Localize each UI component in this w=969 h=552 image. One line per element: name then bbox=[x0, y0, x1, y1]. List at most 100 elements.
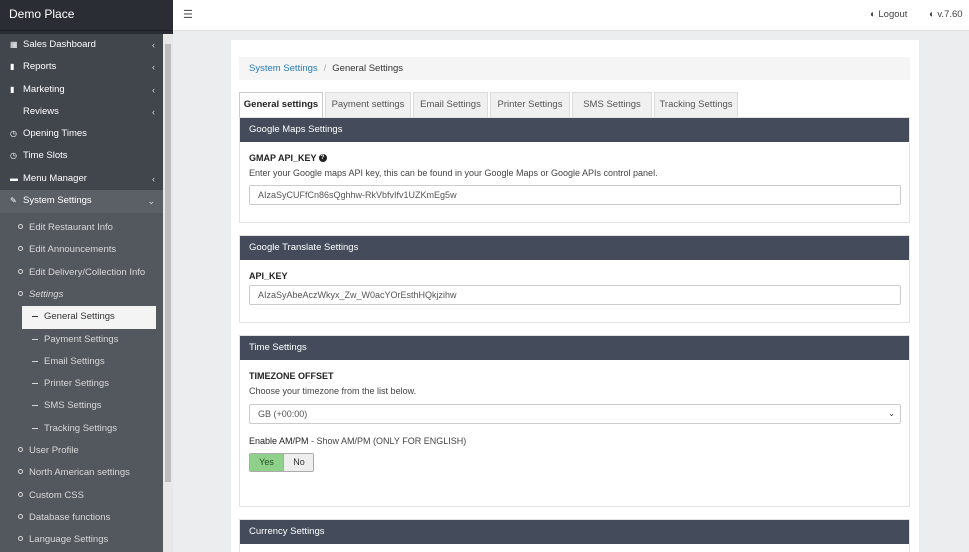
top-bar: ☰ ◐ Logout ◐ v.7.60 bbox=[173, 0, 969, 31]
table-icon: ▦ bbox=[10, 40, 18, 49]
sidebar-item-label: Edit Restaurant Info bbox=[29, 222, 113, 234]
clock-icon: ◷ bbox=[10, 129, 17, 139]
dash-icon bbox=[32, 383, 38, 385]
chevron-down-icon: ⌄ bbox=[147, 196, 155, 207]
breadcrumb: System Settings / General Settings bbox=[239, 57, 910, 80]
sidebar-item-general-settings[interactable]: General Settings bbox=[22, 306, 156, 329]
google-translate-section: Google Translate Settings API_KEY AIzaSy… bbox=[239, 235, 910, 323]
tab-tracking-settings[interactable]: Tracking Settings bbox=[654, 92, 738, 117]
chevron-down-icon: ⌄ bbox=[888, 409, 895, 418]
sidebar-item-label: Printer Settings bbox=[44, 378, 109, 390]
question-icon[interactable]: ? bbox=[318, 153, 327, 162]
tab-general-settings[interactable]: General settings bbox=[239, 92, 323, 117]
scrollbar-thumb[interactable] bbox=[165, 44, 171, 482]
wrench-icon: ✎ bbox=[10, 196, 17, 206]
circle-icon bbox=[18, 268, 23, 274]
sidebar-item-opening-times[interactable]: ◷ Opening Times bbox=[0, 123, 163, 145]
dash-icon bbox=[32, 360, 38, 362]
breadcrumb-link-system-settings[interactable]: System Settings bbox=[249, 63, 318, 74]
sidebar-item-label: Email Settings bbox=[44, 355, 105, 367]
ampm-help-text: - Show AM/PM (ONLY FOR ENGLISH) bbox=[308, 436, 467, 446]
ampm-yes-button[interactable]: Yes bbox=[250, 454, 283, 471]
tab-email-settings[interactable]: Email Settings bbox=[413, 92, 488, 117]
sidebar-item-label: Tracking Settings bbox=[44, 422, 118, 434]
ampm-no-button[interactable]: No bbox=[283, 454, 313, 471]
sidebar-item-label: Menu Manager bbox=[23, 172, 87, 184]
circle-icon bbox=[18, 491, 23, 497]
sidebar-item-printer-settings[interactable]: Printer Settings bbox=[22, 373, 156, 395]
sidebar-item-north-american-settings[interactable]: North American settings bbox=[0, 462, 163, 484]
sidebar-item-label: Settings bbox=[29, 288, 64, 300]
circle-icon bbox=[18, 224, 23, 230]
circle-icon bbox=[18, 290, 23, 296]
bar-chart-icon: ▮ bbox=[10, 84, 15, 94]
translate-api-key-field[interactable]: AIzaSyAbeAczWkyx_Zw_W0acYOrEsthHQkjzihw bbox=[249, 285, 901, 305]
logout-label: Logout bbox=[878, 9, 908, 20]
ampm-label-text: Enable AM/PM bbox=[249, 436, 309, 446]
timezone-help-text: Choose your timezone from the list below… bbox=[249, 386, 417, 396]
sidebar-item-menu-manager[interactable]: ▬ Menu Manager ‹ bbox=[0, 168, 163, 190]
section-header: Time Settings bbox=[240, 336, 909, 360]
sidebar-item-label: Payment Settings bbox=[44, 333, 119, 345]
sidebar-item-payment-settings[interactable]: Payment Settings bbox=[22, 329, 156, 351]
sidebar-item-edit-restaurant-info[interactable]: Edit Restaurant Info bbox=[0, 217, 163, 239]
hamburger-icon[interactable]: ☰ bbox=[183, 8, 193, 21]
sidebar-item-label: Reviews bbox=[23, 105, 59, 117]
sidebar-item-edit-announcements[interactable]: Edit Announcements bbox=[0, 239, 163, 261]
tab-printer-settings[interactable]: Printer Settings bbox=[490, 92, 570, 117]
currency-section: Currency Settings bbox=[239, 519, 910, 552]
breadcrumb-current: General Settings bbox=[332, 63, 404, 74]
circle-icon bbox=[18, 536, 23, 542]
brand-title[interactable]: Demo Place bbox=[0, 0, 173, 31]
tab-payment-settings[interactable]: Payment settings bbox=[325, 92, 411, 117]
ampm-label: Enable AM/PM - Show AM/PM (ONLY FOR ENGL… bbox=[249, 436, 466, 446]
sidebar-item-custom-css[interactable]: Custom CSS bbox=[0, 485, 163, 507]
timezone-select[interactable]: GB (+00:00) ⌄ bbox=[249, 404, 901, 424]
sidebar-item-marketing[interactable]: ▮ Marketing ‹ bbox=[0, 79, 163, 101]
chevron-left-icon: ‹ bbox=[152, 173, 155, 184]
google-maps-section: Google Maps Settings GMAP API_KEY? Enter… bbox=[239, 117, 910, 223]
main-panel: System Settings / General Settings General… bbox=[231, 40, 919, 552]
sidebar: Demo Place ▦ Sales Dashboard ‹ ▮ Reports ‹… bbox=[0, 0, 173, 552]
system-settings-submenu: Edit Restaurant Info Edit Announcements … bbox=[0, 213, 163, 552]
sidebar-item-user-profile[interactable]: User Profile bbox=[0, 440, 163, 462]
dash-icon bbox=[32, 338, 38, 340]
chevron-left-icon: ‹ bbox=[152, 40, 155, 50]
sidebar-item-sms-settings[interactable]: SMS Settings bbox=[22, 395, 156, 417]
gmap-api-key-field[interactable]: AIzaSyCUFfCn86sQghhw-RkVbfvIfv1UZKmEg5w bbox=[249, 185, 901, 205]
sidebar-item-reports[interactable]: ▮ Reports ‹ bbox=[0, 56, 163, 78]
dashboard-icon: ◐ bbox=[870, 9, 876, 20]
sidebar-item-system-settings[interactable]: ✎ System Settings ⌄ bbox=[0, 190, 163, 214]
timezone-offset-label: TIMEZONE OFFSET bbox=[249, 371, 334, 381]
sidebar-item-label: Custom CSS bbox=[29, 489, 84, 501]
sidebar-item-edit-delivery-info[interactable]: Edit Delivery/Collection Info bbox=[0, 262, 163, 284]
logout-button[interactable]: ◐ Logout bbox=[870, 9, 907, 20]
sidebar-item-label: Database functions bbox=[29, 511, 111, 523]
breadcrumb-separator: / bbox=[323, 63, 327, 74]
translate-api-key-label: API_KEY bbox=[249, 271, 288, 281]
tab-sms-settings[interactable]: SMS Settings bbox=[572, 92, 652, 117]
dash-icon bbox=[32, 316, 38, 318]
sidebar-item-settings[interactable]: Settings bbox=[0, 284, 163, 306]
section-header: Google Maps Settings bbox=[240, 118, 909, 142]
sidebar-item-label: Edit Announcements bbox=[29, 244, 117, 256]
section-header: Google Translate Settings bbox=[240, 236, 909, 260]
version-label: v.7.60 bbox=[937, 9, 963, 20]
sidebar-item-language-settings[interactable]: Language Settings bbox=[0, 529, 163, 551]
sidebar-item-label: General Settings bbox=[44, 311, 115, 323]
sidebar-item-sales-dashboard[interactable]: ▦ Sales Dashboard ‹ bbox=[0, 34, 163, 56]
sidebar-item-database-functions[interactable]: Database functions bbox=[0, 507, 163, 529]
sidebar-item-time-slots[interactable]: ◷ Time Slots bbox=[0, 145, 163, 167]
dash-icon bbox=[32, 427, 38, 429]
sidebar-item-label: Time Slots bbox=[23, 150, 68, 162]
circle-icon bbox=[18, 246, 23, 252]
sidebar-item-tracking-settings[interactable]: Tracking Settings bbox=[22, 418, 156, 440]
sidebar-item-label: System Settings bbox=[23, 195, 92, 207]
sidebar-item-reviews[interactable]: Reviews ‹ bbox=[0, 101, 163, 123]
bar-chart-icon: ▮ bbox=[10, 62, 15, 72]
sidebar-item-email-settings[interactable]: Email Settings bbox=[22, 351, 156, 373]
sidebar-scrollbar[interactable] bbox=[163, 34, 173, 552]
sidebar-item-label: Reports bbox=[23, 61, 57, 73]
gmap-help-text: Enter your Google maps API key, this can… bbox=[249, 168, 658, 178]
gmap-api-key-label: GMAP API_KEY? bbox=[249, 153, 327, 163]
